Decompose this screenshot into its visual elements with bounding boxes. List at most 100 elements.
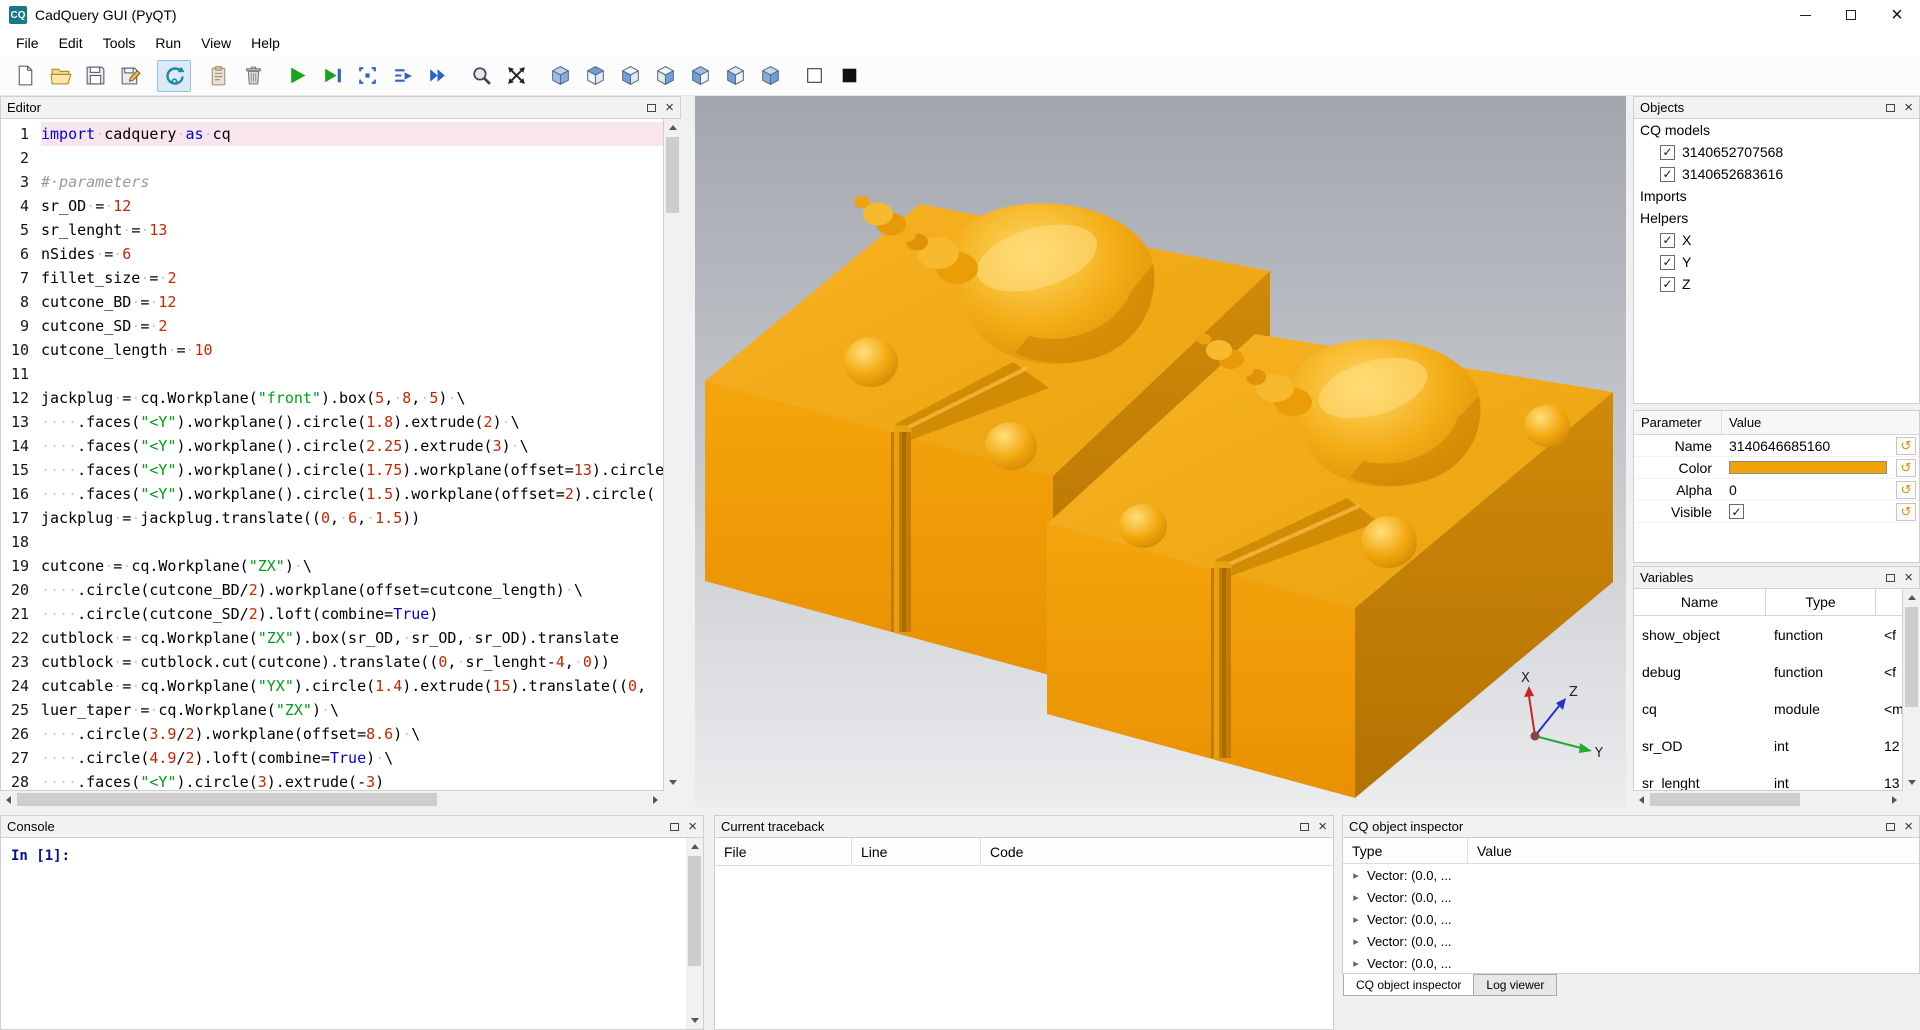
code-column-header[interactable]: Code bbox=[981, 838, 1333, 865]
editor-horizontal-scrollbar[interactable] bbox=[0, 791, 664, 808]
reload-button[interactable] bbox=[157, 60, 191, 92]
code-line[interactable]: 19cutcone·=·cq.Workplane("ZX")·\ bbox=[1, 554, 663, 578]
code-line[interactable]: 12jackplug·=·cq.Workplane("front").box(5… bbox=[1, 386, 663, 410]
code-line[interactable]: 3#·parameters bbox=[1, 170, 663, 194]
tree-item[interactable]: ✓3140652683616 bbox=[1634, 163, 1919, 185]
debug-button[interactable] bbox=[315, 60, 349, 92]
menu-item-view[interactable]: View bbox=[191, 35, 241, 51]
code-line[interactable]: 4sr_OD·=·12 bbox=[1, 194, 663, 218]
expand-arrow-icon[interactable]: ▸ bbox=[1349, 891, 1363, 904]
tree-item[interactable]: ✓Y bbox=[1634, 251, 1919, 273]
fit-all-button[interactable] bbox=[499, 60, 533, 92]
scroll-down-icon[interactable] bbox=[664, 774, 681, 791]
code-line[interactable]: 1import·cadquery·as·cq bbox=[1, 122, 663, 146]
property-row[interactable]: Visible✓↺ bbox=[1634, 501, 1919, 523]
scroll-down-icon[interactable] bbox=[1903, 774, 1920, 791]
scrollbar-thumb[interactable] bbox=[17, 793, 437, 806]
code-line[interactable]: 5sr_lenght·=·13 bbox=[1, 218, 663, 242]
variables-horizontal-scrollbar[interactable] bbox=[1633, 791, 1903, 808]
scroll-down-icon[interactable] bbox=[686, 1012, 703, 1029]
scrollbar-thumb[interactable] bbox=[666, 137, 679, 213]
menu-item-help[interactable]: Help bbox=[241, 35, 290, 51]
code-line[interactable]: 20····.circle(cutcone_BD/2).workplane(of… bbox=[1, 578, 663, 602]
editor-vertical-scrollbar[interactable] bbox=[664, 119, 681, 791]
view-right-button[interactable] bbox=[753, 60, 787, 92]
code-line[interactable]: 25luer_taper·=·cq.Workplane("ZX")·\ bbox=[1, 698, 663, 722]
checkbox[interactable]: ✓ bbox=[1660, 145, 1675, 160]
float-panel-icon[interactable] bbox=[1886, 104, 1895, 112]
tab-log-viewer[interactable]: Log viewer bbox=[1474, 974, 1557, 996]
save-button[interactable] bbox=[78, 60, 112, 92]
tab-cq-object-inspector[interactable]: CQ object inspector bbox=[1343, 974, 1474, 996]
reset-button[interactable]: ↺ bbox=[1896, 437, 1916, 455]
scrollbar-thumb[interactable] bbox=[1905, 607, 1918, 707]
minimize-button[interactable] bbox=[1782, 0, 1828, 30]
code-line[interactable]: 18 bbox=[1, 530, 663, 554]
new-script-button[interactable] bbox=[8, 60, 42, 92]
code-line[interactable]: 2 bbox=[1, 146, 663, 170]
code-line[interactable]: 17jackplug·=·jackplug.translate((0,·6,·1… bbox=[1, 506, 663, 530]
value-column-header[interactable]: Value bbox=[1722, 415, 1919, 430]
property-row[interactable]: Name3140646685160↺ bbox=[1634, 435, 1919, 457]
inspector-row[interactable]: ▸Vector: (0.0, ... bbox=[1343, 930, 1919, 952]
console-vertical-scrollbar[interactable] bbox=[686, 838, 703, 1029]
expand-arrow-icon[interactable]: ▸ bbox=[1349, 913, 1363, 926]
close-button[interactable] bbox=[1874, 0, 1920, 30]
variable-row[interactable]: debugfunction<f bbox=[1634, 653, 1902, 690]
code-line[interactable]: 26····.circle(3.9/2).workplane(offset=8.… bbox=[1, 722, 663, 746]
scroll-up-icon[interactable] bbox=[686, 838, 703, 855]
tree-group[interactable]: CQ models bbox=[1634, 119, 1919, 141]
tree-item[interactable]: ✓X bbox=[1634, 229, 1919, 251]
scroll-left-icon[interactable] bbox=[0, 791, 17, 808]
console-input-area[interactable]: In [1]: bbox=[0, 838, 704, 1030]
open-script-button[interactable] bbox=[43, 60, 77, 92]
float-panel-icon[interactable] bbox=[1886, 823, 1895, 831]
close-panel-icon[interactable] bbox=[688, 819, 697, 834]
maximize-button[interactable] bbox=[1828, 0, 1874, 30]
menu-item-file[interactable]: File bbox=[6, 35, 49, 51]
scroll-right-icon[interactable] bbox=[647, 791, 664, 808]
close-panel-icon[interactable] bbox=[1904, 100, 1913, 115]
view-top-button[interactable] bbox=[578, 60, 612, 92]
inspector-row[interactable]: ▸Vector: (0.0, ... bbox=[1343, 952, 1919, 974]
close-panel-icon[interactable] bbox=[1904, 570, 1913, 585]
step-button[interactable] bbox=[350, 60, 384, 92]
code-line[interactable]: 14····.faces("<Y").workplane().circle(2.… bbox=[1, 434, 663, 458]
step-in-button[interactable] bbox=[385, 60, 419, 92]
inspector-row[interactable]: ▸Vector: (0.0, ... bbox=[1343, 864, 1919, 886]
code-line[interactable]: 28····.faces("<Y").circle(3).extrude(-3) bbox=[1, 770, 663, 791]
name-column-header[interactable]: Name bbox=[1634, 589, 1766, 615]
variable-row[interactable]: cqmodule<m bbox=[1634, 690, 1902, 727]
file-column-header[interactable]: File bbox=[715, 838, 852, 865]
close-panel-icon[interactable] bbox=[1318, 819, 1327, 834]
reset-button[interactable]: ↺ bbox=[1896, 503, 1916, 521]
view-back-button[interactable] bbox=[683, 60, 717, 92]
type-column-header[interactable]: Type bbox=[1766, 589, 1876, 615]
view-iso-button[interactable] bbox=[543, 60, 577, 92]
tree-group[interactable]: Imports bbox=[1634, 185, 1919, 207]
close-panel-icon[interactable] bbox=[1904, 819, 1913, 834]
expand-arrow-icon[interactable]: ▸ bbox=[1349, 935, 1363, 948]
scroll-left-icon[interactable] bbox=[1633, 791, 1650, 808]
code-line[interactable]: 23cutblock·=·cutblock.cut(cutcone).trans… bbox=[1, 650, 663, 674]
screenshot-button[interactable] bbox=[832, 60, 866, 92]
checkbox[interactable]: ✓ bbox=[1660, 167, 1675, 182]
zoom-fit-button[interactable] bbox=[464, 60, 498, 92]
checkbox[interactable]: ✓ bbox=[1660, 255, 1675, 270]
inspector-row[interactable]: ▸Vector: (0.0, ... bbox=[1343, 908, 1919, 930]
scroll-right-icon[interactable] bbox=[1886, 791, 1903, 808]
code-line[interactable]: 7fillet_size·=·2 bbox=[1, 266, 663, 290]
code-line[interactable]: 6nSides·=·6 bbox=[1, 242, 663, 266]
render-button[interactable] bbox=[280, 60, 314, 92]
close-panel-icon[interactable] bbox=[665, 100, 674, 115]
value-column-header[interactable] bbox=[1876, 589, 1902, 615]
code-line[interactable]: 9cutcone_SD·=·2 bbox=[1, 314, 663, 338]
parameter-column-header[interactable]: Parameter bbox=[1634, 411, 1722, 434]
continue-button[interactable] bbox=[420, 60, 454, 92]
scrollbar-thumb[interactable] bbox=[688, 856, 701, 966]
expand-arrow-icon[interactable]: ▸ bbox=[1349, 869, 1363, 882]
line-column-header[interactable]: Line bbox=[852, 838, 981, 865]
variable-row[interactable]: show_objectfunction<f bbox=[1634, 616, 1902, 653]
float-panel-icon[interactable] bbox=[1886, 574, 1895, 582]
code-line[interactable]: 11 bbox=[1, 362, 663, 386]
